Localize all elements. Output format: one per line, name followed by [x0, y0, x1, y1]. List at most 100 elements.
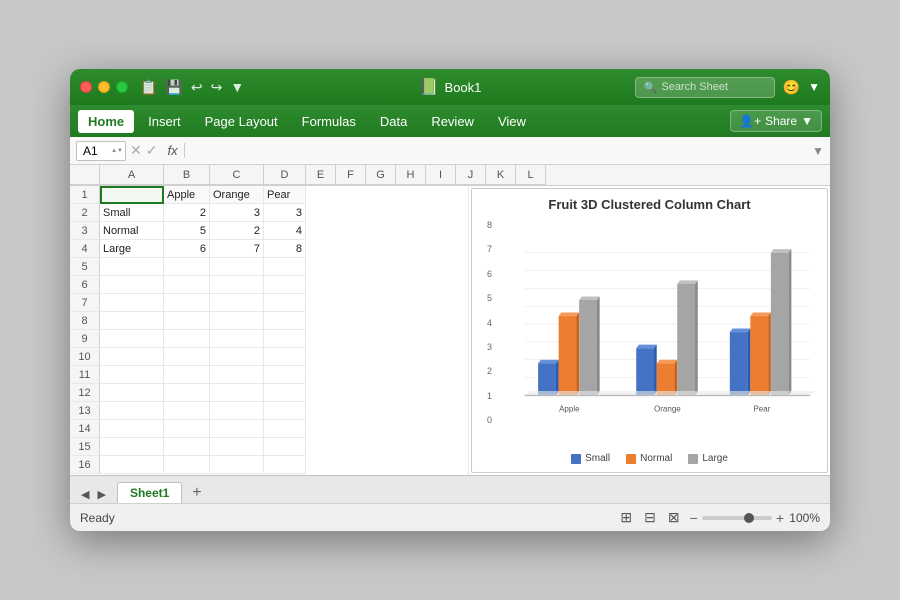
row-8-header[interactable]: 8: [70, 312, 100, 330]
zoom-in-button[interactable]: +: [776, 510, 784, 526]
cell-d12[interactable]: [264, 384, 306, 402]
cell-b9[interactable]: [164, 330, 210, 348]
cell-d6[interactable]: [264, 276, 306, 294]
cell-c11[interactable]: [210, 366, 264, 384]
cell-b4[interactable]: 6: [164, 240, 210, 258]
row-1-header[interactable]: 1: [70, 186, 100, 204]
user-dropdown[interactable]: ▼: [808, 80, 820, 94]
col-header-h[interactable]: H: [396, 165, 426, 185]
cell-d8[interactable]: [264, 312, 306, 330]
cell-a16[interactable]: [100, 456, 164, 474]
cell-d3[interactable]: 4: [264, 222, 306, 240]
row-7-header[interactable]: 7: [70, 294, 100, 312]
cell-b16[interactable]: [164, 456, 210, 474]
cell-b3[interactable]: 5: [164, 222, 210, 240]
search-bar[interactable]: 🔍 Search Sheet: [635, 77, 775, 98]
row-14-header[interactable]: 14: [70, 420, 100, 438]
cell-c2[interactable]: 3: [210, 204, 264, 222]
col-header-f[interactable]: F: [336, 165, 366, 185]
cell-b5[interactable]: [164, 258, 210, 276]
cell-d11[interactable]: [264, 366, 306, 384]
row-2-header[interactable]: 2: [70, 204, 100, 222]
col-header-a[interactable]: A: [100, 165, 164, 185]
cell-d16[interactable]: [264, 456, 306, 474]
row-15-header[interactable]: 15: [70, 438, 100, 456]
tab-home[interactable]: Home: [78, 110, 134, 133]
col-header-i[interactable]: I: [426, 165, 456, 185]
cell-d7[interactable]: [264, 294, 306, 312]
tab-data[interactable]: Data: [370, 110, 417, 133]
close-button[interactable]: [80, 81, 92, 93]
row-12-header[interactable]: 12: [70, 384, 100, 402]
maximize-button[interactable]: [116, 81, 128, 93]
redo-icon[interactable]: ↪: [211, 79, 223, 96]
row-11-header[interactable]: 11: [70, 366, 100, 384]
cell-a1[interactable]: [100, 186, 164, 204]
undo-icon[interactable]: ↩: [191, 79, 203, 96]
cell-c12[interactable]: [210, 384, 264, 402]
prev-sheet-arrow[interactable]: ◀: [78, 486, 92, 503]
row-3-header[interactable]: 3: [70, 222, 100, 240]
cell-d4[interactable]: 8: [264, 240, 306, 258]
cell-d1[interactable]: Pear: [264, 186, 306, 204]
cell-a12[interactable]: [100, 384, 164, 402]
cell-c4[interactable]: 7: [210, 240, 264, 258]
row-10-header[interactable]: 10: [70, 348, 100, 366]
cell-a2[interactable]: Small: [100, 204, 164, 222]
formula-cancel-icon[interactable]: ✕: [130, 142, 142, 159]
cell-reference-box[interactable]: A1 ▲▼: [76, 141, 126, 161]
cell-b8[interactable]: [164, 312, 210, 330]
cell-d14[interactable]: [264, 420, 306, 438]
cell-d13[interactable]: [264, 402, 306, 420]
tab-pagelayout[interactable]: Page Layout: [195, 110, 288, 133]
tab-insert[interactable]: Insert: [138, 110, 191, 133]
cell-a4[interactable]: Large: [100, 240, 164, 258]
tab-review[interactable]: Review: [421, 110, 484, 133]
formula-input[interactable]: [189, 149, 809, 153]
cell-a11[interactable]: [100, 366, 164, 384]
cell-b7[interactable]: [164, 294, 210, 312]
cell-a7[interactable]: [100, 294, 164, 312]
col-header-j[interactable]: J: [456, 165, 486, 185]
zoom-out-button[interactable]: −: [690, 510, 698, 526]
tab-formulas[interactable]: Formulas: [292, 110, 366, 133]
formula-confirm-icon[interactable]: ✓: [146, 142, 158, 159]
row-4-header[interactable]: 4: [70, 240, 100, 258]
page-layout-view-icon[interactable]: ⊟: [642, 507, 658, 528]
col-header-b[interactable]: B: [164, 165, 210, 185]
formula-dropdown-icon[interactable]: ▼: [812, 144, 824, 158]
cell-b15[interactable]: [164, 438, 210, 456]
cell-c15[interactable]: [210, 438, 264, 456]
cell-b11[interactable]: [164, 366, 210, 384]
col-header-g[interactable]: G: [366, 165, 396, 185]
dropdown-arrow-icon[interactable]: ▼: [230, 79, 244, 95]
cell-c8[interactable]: [210, 312, 264, 330]
row-13-header[interactable]: 13: [70, 402, 100, 420]
page-break-view-icon[interactable]: ⊠: [666, 507, 682, 528]
cell-c9[interactable]: [210, 330, 264, 348]
cell-b1[interactable]: Apple: [164, 186, 210, 204]
cell-c3[interactable]: 2: [210, 222, 264, 240]
zoom-slider[interactable]: [702, 516, 772, 520]
cell-d10[interactable]: [264, 348, 306, 366]
cell-a14[interactable]: [100, 420, 164, 438]
cell-b13[interactable]: [164, 402, 210, 420]
cell-b6[interactable]: [164, 276, 210, 294]
cell-d9[interactable]: [264, 330, 306, 348]
cell-a6[interactable]: [100, 276, 164, 294]
cell-a8[interactable]: [100, 312, 164, 330]
next-sheet-arrow[interactable]: ▶: [94, 486, 108, 503]
cell-c16[interactable]: [210, 456, 264, 474]
cell-c7[interactable]: [210, 294, 264, 312]
cell-b10[interactable]: [164, 348, 210, 366]
cell-a15[interactable]: [100, 438, 164, 456]
cell-c10[interactable]: [210, 348, 264, 366]
normal-view-icon[interactable]: ⊞: [618, 507, 634, 528]
cell-c13[interactable]: [210, 402, 264, 420]
sheet-tab-sheet1[interactable]: Sheet1: [117, 482, 182, 503]
add-sheet-button[interactable]: +: [186, 483, 207, 503]
save-icon[interactable]: 💾: [165, 79, 182, 96]
row-16-header[interactable]: 16: [70, 456, 100, 474]
user-icon[interactable]: 😊: [783, 79, 800, 96]
cell-c14[interactable]: [210, 420, 264, 438]
